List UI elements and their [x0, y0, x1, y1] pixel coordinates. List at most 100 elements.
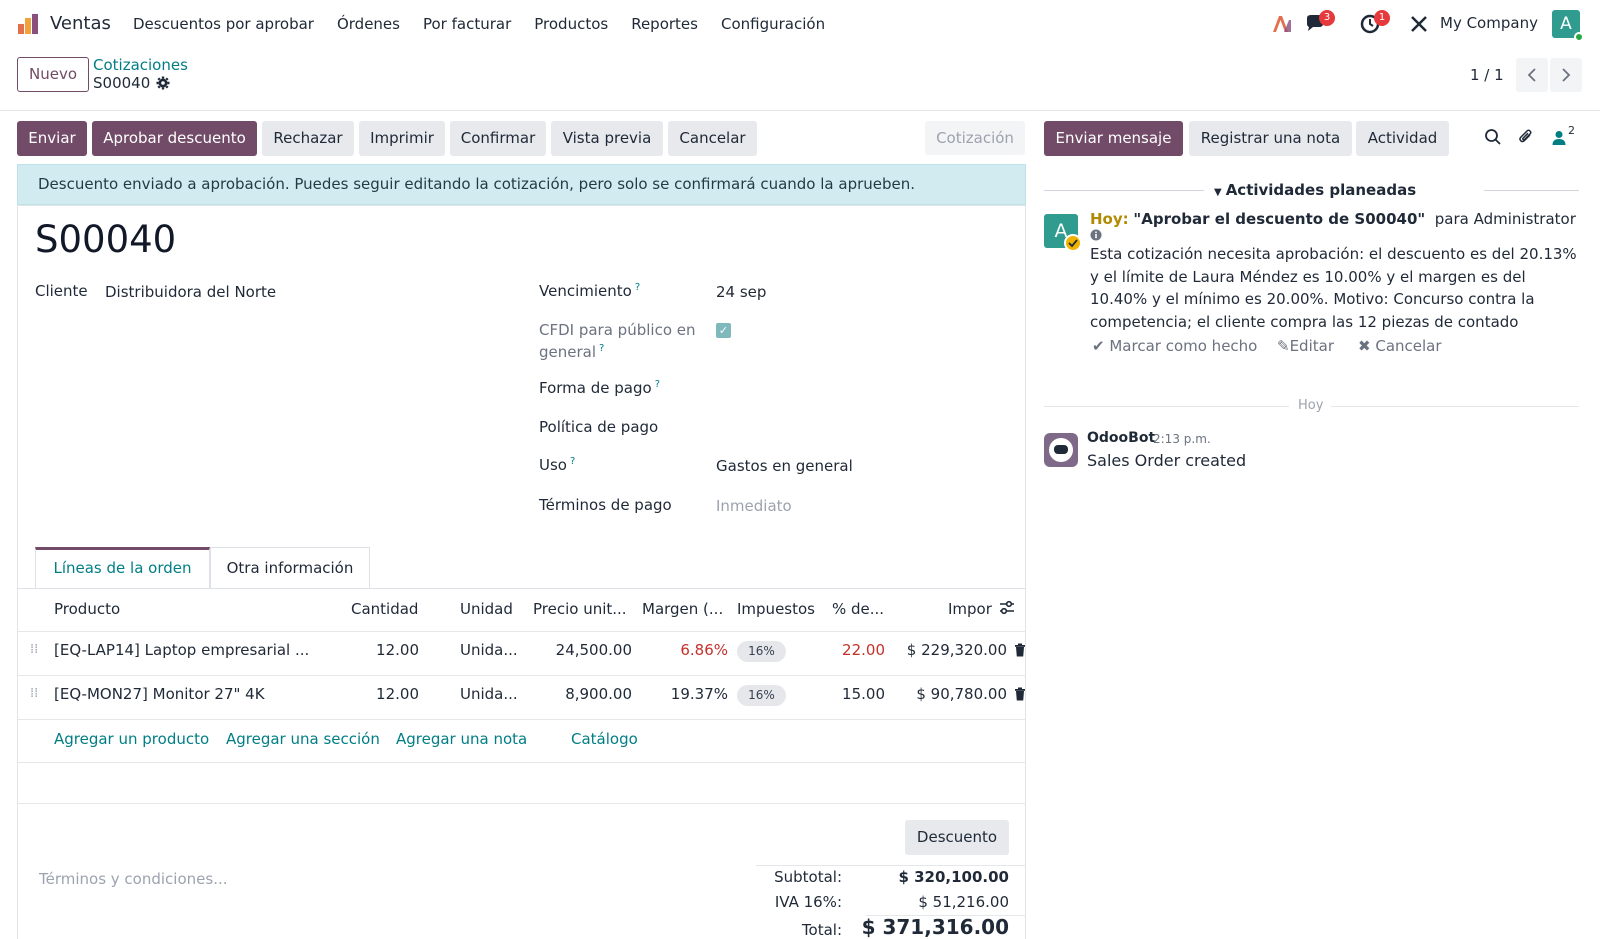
user-avatar-letter: A — [1560, 14, 1572, 34]
add-section-link[interactable]: Agregar una sección — [226, 730, 380, 748]
cancel-button[interactable]: Cancelar — [668, 121, 757, 156]
sales-app-icon[interactable] — [16, 12, 40, 36]
user-avatar[interactable]: A — [1552, 10, 1584, 42]
row-unit[interactable]: Unida... — [460, 641, 518, 659]
status-quotation[interactable]: Cotización — [925, 121, 1025, 155]
cfdi-public-checkbox[interactable]: ✓ — [716, 323, 731, 338]
breadcrumb-current-label: S00040 — [93, 74, 151, 92]
help-icon[interactable]: ? — [655, 379, 660, 390]
tab-order-lines[interactable]: Líneas de la orden — [35, 547, 210, 588]
row-amount: $ 229,320.00 — [906, 641, 1007, 659]
planned-activities-title: ▼ Actividades planeadas — [1214, 181, 1416, 199]
row-product[interactable]: [EQ-MON27] Monitor 27" 4K — [54, 685, 265, 703]
app-name[interactable]: Ventas — [50, 13, 111, 34]
usage-field[interactable]: Gastos en general — [716, 457, 853, 475]
confirm-button[interactable]: Confirmar — [450, 121, 546, 156]
discount-button[interactable]: Descuento — [905, 820, 1009, 855]
tab-other-info[interactable]: Otra información — [210, 547, 370, 588]
edit-label: Editar — [1289, 337, 1334, 355]
send-message-button[interactable]: Enviar mensaje — [1044, 121, 1183, 156]
tax-tag[interactable]: 16% — [737, 685, 786, 706]
activity-button[interactable]: Actividad — [1356, 121, 1449, 156]
due-date-field[interactable]: 24 sep — [716, 283, 766, 301]
menu-orders[interactable]: Órdenes — [337, 15, 400, 33]
col-discount[interactable]: % de... — [832, 600, 884, 618]
log-note-button[interactable]: Registrar una nota — [1189, 121, 1352, 156]
pager-next-button[interactable] — [1550, 58, 1582, 92]
pager-value[interactable]: 1 / 1 — [1470, 66, 1504, 84]
row-product[interactable]: [EQ-LAP14] Laptop empresarial ... — [54, 641, 309, 659]
terms-conditions-input[interactable]: Términos y condiciones... — [39, 870, 228, 888]
col-product[interactable]: Producto — [54, 600, 120, 618]
followers-count: 2 — [1568, 124, 1575, 137]
col-unit[interactable]: Unidad — [460, 600, 513, 618]
followers-button[interactable]: 2 — [1552, 124, 1582, 148]
preview-button[interactable]: Vista previa — [551, 121, 663, 156]
drag-handle-icon[interactable]: ⁞⁞ — [30, 687, 40, 706]
cancel-activity-button[interactable]: ✖ Cancelar — [1358, 337, 1442, 355]
edit-activity-button[interactable]: ✎Editar — [1277, 337, 1334, 355]
row-unit-price[interactable]: 24,500.00 — [520, 641, 632, 659]
chevron-left-icon — [1527, 68, 1536, 82]
breadcrumb-parent[interactable]: Cotizaciones — [93, 56, 188, 74]
column-settings-icon[interactable] — [999, 600, 1015, 616]
menu-products[interactable]: Productos — [534, 15, 608, 33]
mark-done-button[interactable]: ✔ Marcar como hecho — [1092, 337, 1257, 355]
info-icon[interactable] — [1090, 229, 1102, 241]
tax-tag[interactable]: 16% — [737, 641, 786, 662]
gear-icon[interactable] — [156, 76, 170, 90]
drag-handle-icon[interactable]: ⁞⁞ — [30, 643, 40, 662]
new-button[interactable]: Nuevo — [17, 57, 89, 92]
planned-activities-header[interactable]: ▼ Actividades planeadas — [1044, 181, 1579, 201]
pager-previous-button[interactable] — [1516, 58, 1548, 92]
iva-label: IVA 16%: — [774, 893, 842, 911]
row-margin: 6.86% — [680, 641, 728, 659]
reject-button[interactable]: Rechazar — [262, 121, 354, 156]
pencil-icon: ✎ — [1277, 337, 1290, 355]
row-quantity[interactable]: 12.00 — [340, 641, 419, 659]
activity-assignee: Administrator — [1473, 210, 1576, 228]
chevron-right-icon — [1562, 68, 1571, 82]
row-discount[interactable]: 15.00 — [820, 685, 885, 703]
ai-assistant-icon[interactable] — [1270, 14, 1292, 34]
row-unit-price[interactable]: 8,900.00 — [520, 685, 632, 703]
messages-icon[interactable]: 3 — [1305, 10, 1335, 34]
customer-field[interactable]: Distribuidora del Norte — [105, 283, 276, 301]
debug-tools-icon[interactable] — [1408, 14, 1430, 34]
col-taxes[interactable]: Impuestos — [737, 600, 815, 618]
menu-configuration[interactable]: Configuración — [721, 15, 825, 33]
print-button[interactable]: Imprimir — [359, 121, 445, 156]
send-button[interactable]: Enviar — [17, 121, 87, 156]
approve-discount-button[interactable]: Aprobar descuento — [92, 121, 257, 156]
paperclip-icon[interactable] — [1517, 128, 1535, 146]
col-margin[interactable]: Margen (... — [642, 600, 723, 618]
col-unit-price[interactable]: Precio unit... — [533, 600, 627, 618]
add-product-link[interactable]: Agregar un producto — [54, 730, 209, 748]
subtotal-label: Subtotal: — [774, 868, 842, 886]
row-amount: $ 90,780.00 — [916, 685, 1007, 703]
odoobot-avatar[interactable] — [1044, 433, 1078, 467]
help-icon[interactable]: ? — [599, 343, 604, 354]
row-unit[interactable]: Unida... — [460, 685, 518, 703]
payment-terms-field[interactable]: Inmediato — [716, 497, 792, 515]
col-amount[interactable]: Impor — [948, 600, 992, 618]
trash-icon[interactable] — [1014, 643, 1026, 657]
cfdi-label-line2: general? — [539, 343, 604, 361]
search-icon[interactable] — [1484, 128, 1502, 146]
help-icon[interactable]: ? — [635, 282, 640, 293]
col-quantity[interactable]: Cantidad — [351, 600, 418, 618]
menu-reports[interactable]: Reportes — [631, 15, 698, 33]
row-quantity[interactable]: 12.00 — [340, 685, 419, 703]
catalog-link[interactable]: Catálogo — [571, 730, 638, 748]
menu-to-invoice[interactable]: Por facturar — [423, 15, 511, 33]
help-icon[interactable]: ? — [570, 456, 575, 467]
company-switcher[interactable]: My Company — [1440, 14, 1538, 32]
add-note-link[interactable]: Agregar una nota — [396, 730, 527, 748]
row-discount[interactable]: 22.00 — [820, 641, 885, 659]
trash-icon[interactable] — [1014, 687, 1026, 701]
activities-icon[interactable]: 1 — [1360, 10, 1390, 34]
caret-down-icon: ▼ — [1214, 187, 1222, 198]
menu-discounts-to-approve[interactable]: Descuentos por aprobar — [133, 15, 314, 33]
message-author[interactable]: OdooBot — [1087, 430, 1155, 446]
activity-check-icon — [1064, 234, 1082, 252]
